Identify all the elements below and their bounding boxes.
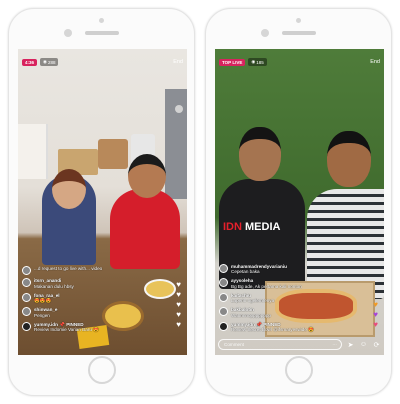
comment-text: Wannnnopppppppp: [231, 312, 271, 318]
host-man-head: [128, 154, 166, 198]
shelf: [18, 124, 48, 179]
live-badge: 4:36: [22, 58, 38, 66]
pinned-user: yummy.idn: [34, 321, 58, 327]
comment-text: Makanan dulu hbsy: [34, 283, 74, 289]
home-button[interactable]: [87, 356, 116, 384]
avatar: [219, 307, 228, 317]
earpiece-speaker: [281, 31, 316, 35]
heart-icon: ♥: [373, 310, 378, 319]
comment-item: itsrn_anandi Makanan dulu hbsy: [22, 278, 132, 289]
noodle-bowl: [144, 279, 176, 299]
comment-feed: muhammadrendyvarianiu Cepetan baka ayysol…: [219, 263, 331, 333]
heart-icon: ♥: [176, 300, 181, 309]
viewer-count-value: 185: [256, 59, 264, 65]
logo-suffix: MEDIA: [245, 221, 281, 233]
comment-input[interactable]: Comment ⋯: [218, 339, 342, 350]
avatar: [219, 278, 228, 288]
avatar: [219, 263, 228, 273]
shirt-logo: IDN MEDIA: [223, 221, 280, 233]
pinned-text: Review Indomie Varian Baru 😍: [34, 327, 99, 333]
switch-camera-icon[interactable]: ⟳: [372, 340, 381, 349]
comment-item: fona_raa_el 😍😍😍: [22, 292, 132, 304]
basket: [98, 139, 128, 169]
comment-placeholder: Comment: [224, 342, 244, 347]
host-left-head: [239, 127, 281, 181]
heart-icon: ♥: [176, 280, 181, 289]
heart-icon: ♥: [176, 320, 181, 329]
comment-item: muhammadrendyvarianiu Cepetan baka: [219, 263, 331, 275]
logo-prefix: IDN: [223, 221, 242, 233]
avatar: [22, 307, 31, 317]
more-icon[interactable]: ⋯: [332, 342, 337, 348]
viewer-count: ◉ 288: [40, 58, 59, 66]
host-man-body: [110, 189, 180, 269]
end-button[interactable]: End: [173, 59, 183, 65]
heart-icon: ♥: [176, 290, 181, 299]
phone-right: IDN MEDIA TOP LIVE ◉ 185 End muhammadrend…: [205, 8, 392, 396]
heart-reactions: ♥ ♥ ♥ ♥ ♥: [176, 281, 181, 329]
pin-icon: 📌: [59, 321, 65, 327]
comment-text: ...d request to go live with... video: [34, 266, 103, 272]
comment-text: Cepetan baka: [231, 269, 260, 275]
home-button[interactable]: [284, 356, 313, 384]
avatar: [219, 292, 228, 302]
pinned-label: PINNED: [66, 321, 84, 327]
live-badge: TOP LIVE: [219, 58, 246, 66]
pinned-label: PINNED: [263, 321, 281, 327]
viewer-count: ◉ 185: [248, 58, 267, 66]
comment-text: Pengen: [34, 312, 50, 318]
front-camera: [261, 29, 269, 37]
comment-item: bakbalotin Wannnnopppppppp: [219, 307, 331, 318]
stream-topbar: 4:36 ◉ 288 End: [22, 55, 183, 69]
avatar: [22, 278, 31, 288]
host-right-head: [327, 131, 371, 187]
earpiece-speaker: [84, 31, 119, 35]
comment-item: ...d request to go live with... video: [22, 266, 132, 276]
front-sensor: [98, 18, 104, 23]
send-icon[interactable]: ➤: [346, 340, 355, 349]
stream-topbar: TOP LIVE ◉ 185 End: [219, 55, 380, 69]
comment-item: ayysoleha Bg Bg ade, Ak pertama kali nont…: [219, 278, 331, 289]
heart-icon: ♥: [373, 300, 378, 309]
front-sensor: [295, 18, 301, 23]
comment-text: Laperin ngelemrenya: [231, 298, 275, 304]
request-icon[interactable]: ☺: [359, 340, 368, 349]
end-button[interactable]: End: [370, 59, 380, 65]
comment-text: 😍😍😍: [34, 298, 52, 304]
comment-feed: ...d request to go live with... video it…: [22, 266, 132, 333]
host-woman-head: [52, 169, 86, 209]
comment-item: shinwan_e Pengen: [22, 307, 132, 318]
live-stream-screen: IDN MEDIA TOP LIVE ◉ 185 End muhammadrend…: [215, 49, 384, 355]
viewer-count-value: 288: [47, 59, 56, 65]
pinned-user: yummy.idn: [231, 321, 255, 327]
avatar: [22, 292, 31, 302]
eye-icon: ◉: [251, 59, 256, 64]
pinned-comment: yummy.idn 📌 PINNED Review Indomie Varian …: [22, 321, 132, 333]
avatar: [22, 266, 31, 276]
eye-icon: ◉: [43, 59, 47, 64]
pinned-text: Review Secret Bowl @ifsmaryeswide 😍: [231, 327, 314, 333]
pinned-comment: yummy.idn 📌 PINNED Review Secret Bowl @if…: [219, 321, 331, 333]
camera-toggle-icon[interactable]: [175, 105, 183, 113]
comment-text: Bg Bg ade, Ak pertama kali nonton: [231, 283, 302, 289]
heart-reactions: ♥ ♥ ♥: [373, 301, 378, 329]
heart-icon: ♥: [373, 320, 378, 329]
comment-bar: Comment ⋯ ➤ ☺ ⟳: [218, 338, 381, 351]
heart-icon: ♥: [176, 310, 181, 319]
phone-left: 4:36 ◉ 288 End ...d request to go live wi…: [8, 8, 195, 396]
avatar: [219, 321, 228, 331]
avatar: [22, 321, 31, 331]
pin-icon: 📌: [256, 321, 262, 327]
comment-item: kaitachiu Laperin ngelemrenya: [219, 292, 331, 304]
live-stream-screen: 4:36 ◉ 288 End ...d request to go live wi…: [18, 49, 187, 355]
front-camera: [64, 29, 72, 37]
